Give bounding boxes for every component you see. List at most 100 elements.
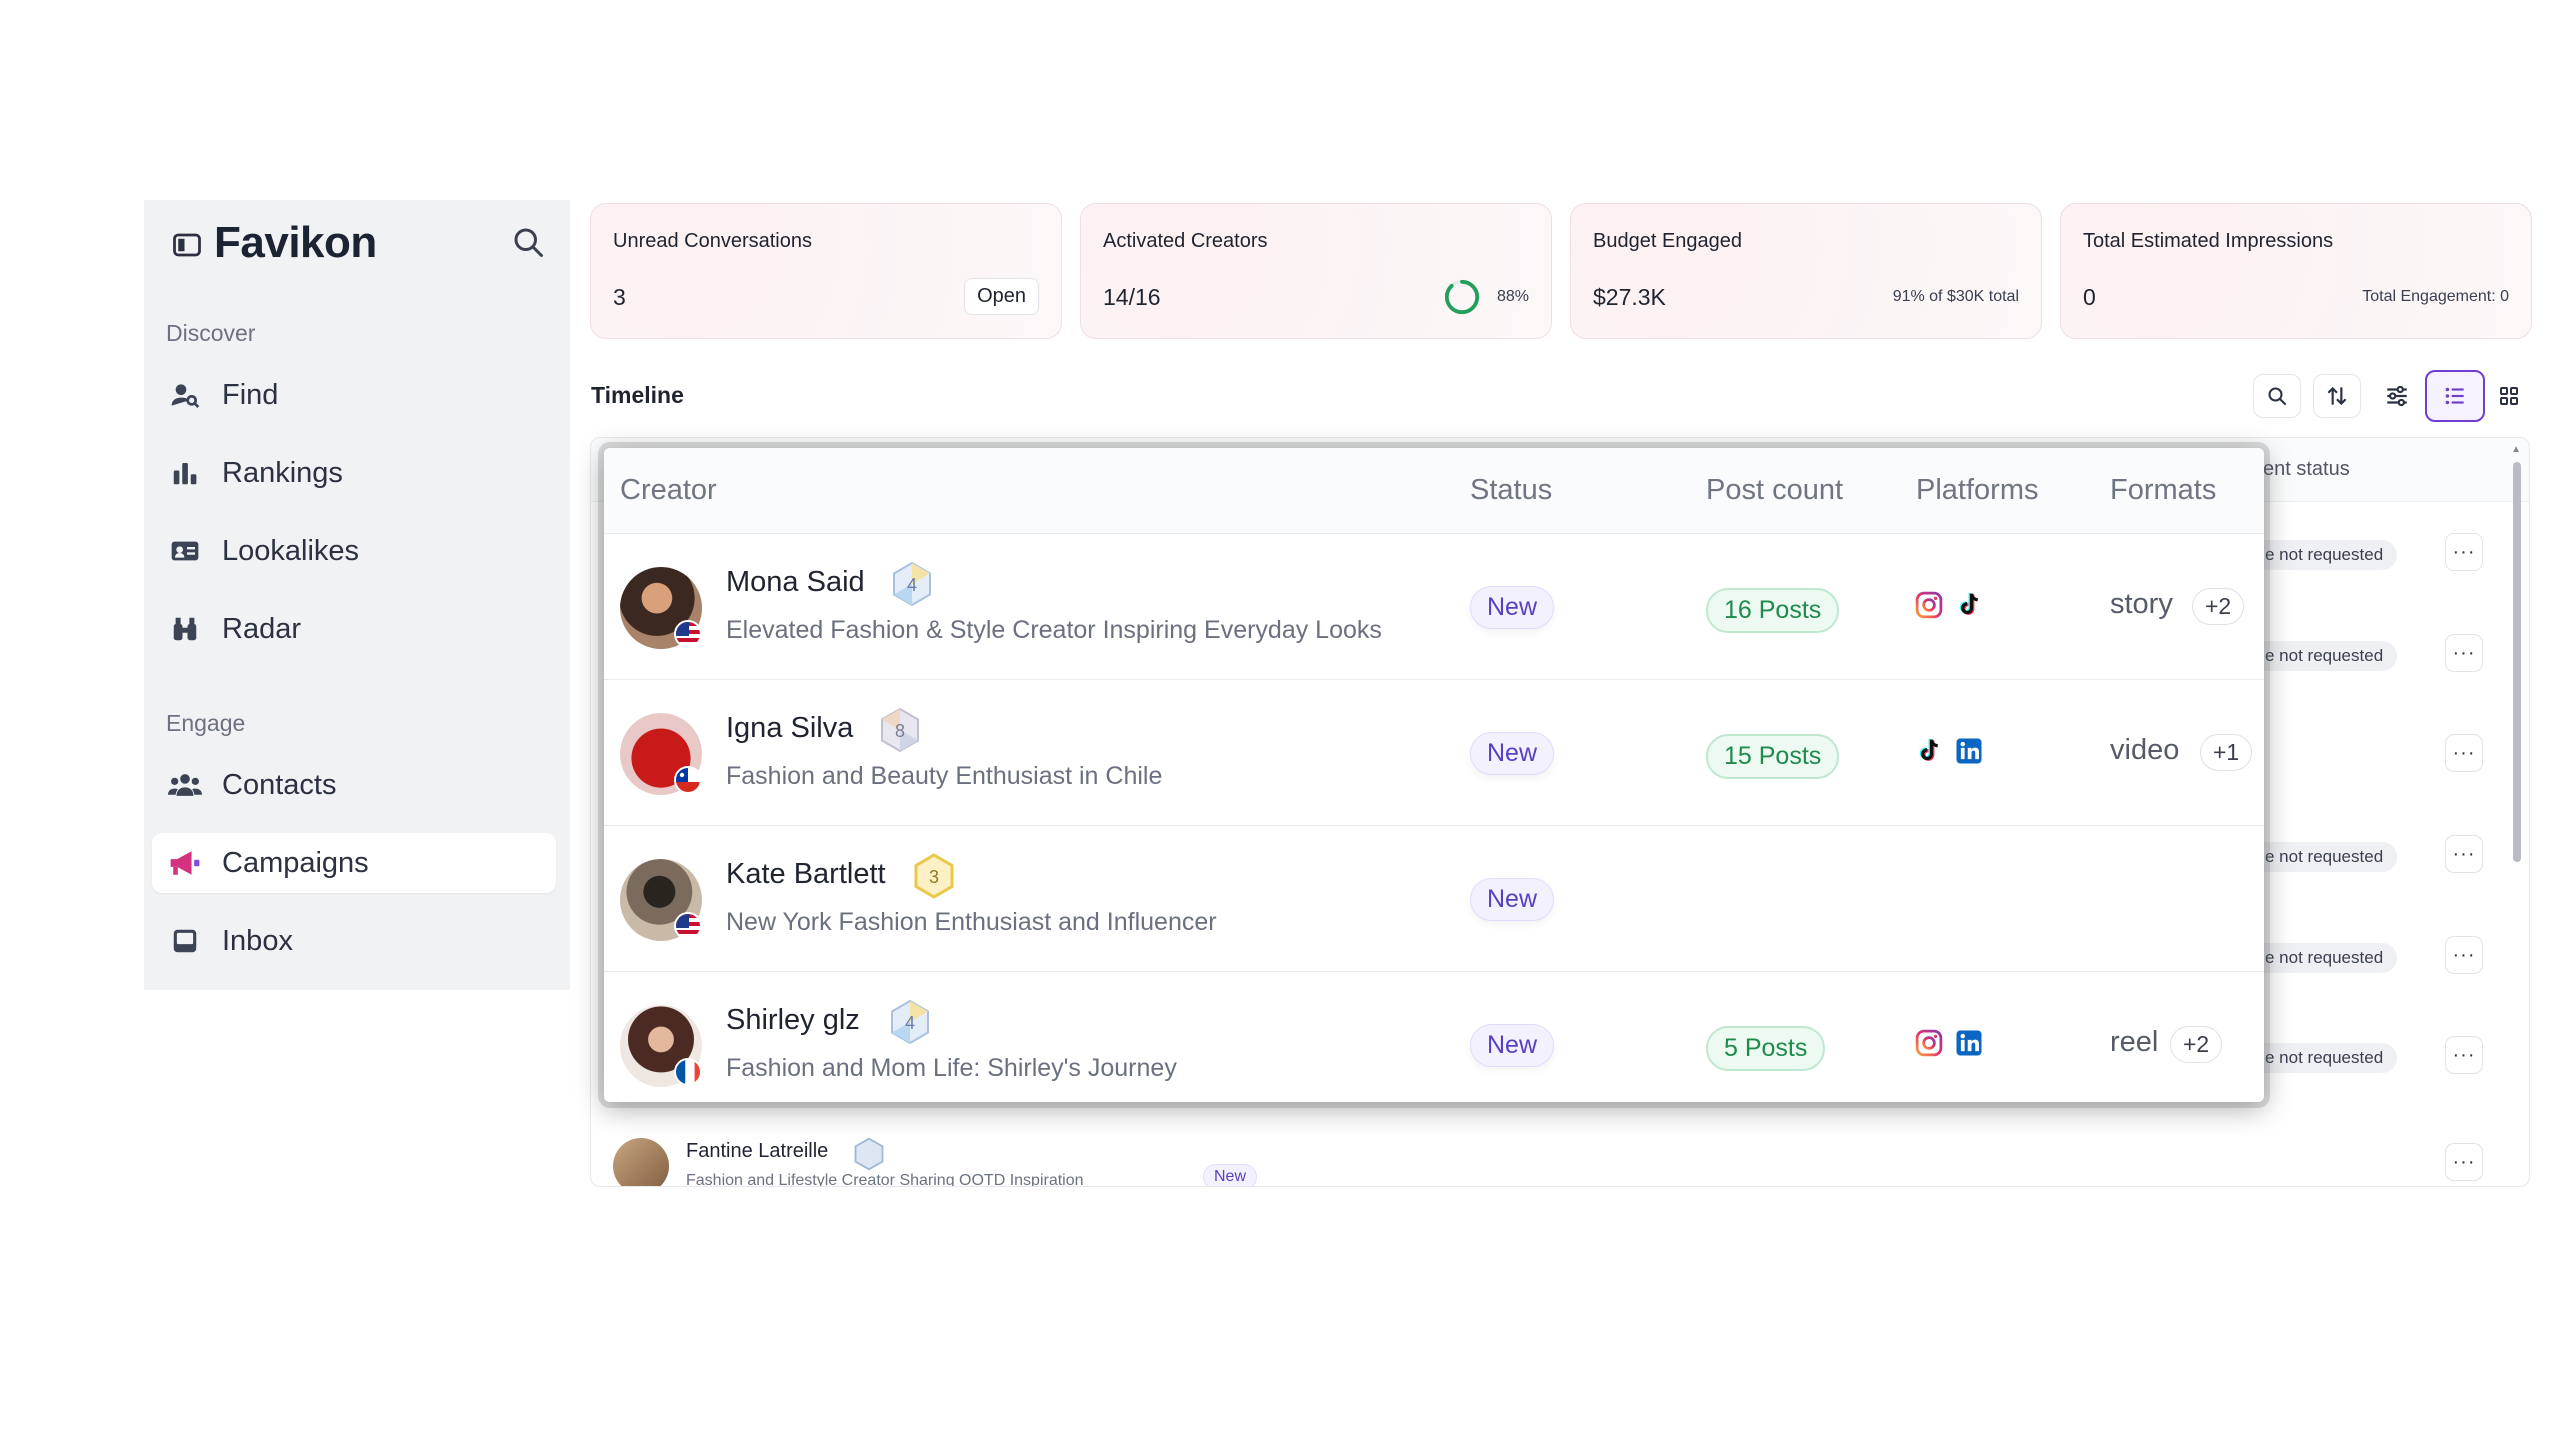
table-row[interactable]: Igna Silva 8 Fashion and Beauty Enthusia… xyxy=(604,680,2264,826)
sidebar-item-label: Find xyxy=(222,378,279,411)
badge-number: 4 xyxy=(907,575,917,595)
grid-view-button[interactable] xyxy=(2485,374,2533,418)
format-label: reel xyxy=(2110,1026,2159,1058)
app-screen: Favikon Discover Find Rankings Lookalike… xyxy=(0,0,2560,1440)
status-pill: e not requested xyxy=(2251,943,2398,973)
badge-number: 3 xyxy=(929,867,939,887)
sliders-icon xyxy=(2387,385,2407,407)
sidebar-item-lookalikes[interactable]: Lookalikes xyxy=(152,521,556,581)
post-count-badge: 15 Posts xyxy=(1706,734,1840,779)
us-flag-icon xyxy=(674,620,702,648)
instagram-icon[interactable] xyxy=(1914,590,1944,620)
creator-description: New York Fashion Enthusiast and Influenc… xyxy=(726,908,1217,936)
column-header-platforms[interactable]: Platforms xyxy=(1916,474,2038,507)
sidebar-item-label: Contacts xyxy=(222,768,337,801)
more-formats-badge[interactable]: +2 xyxy=(2192,588,2245,625)
row-more-button[interactable]: ··· xyxy=(2445,533,2483,571)
creator-description: Fashion and Beauty Enthusiast in Chile xyxy=(726,762,1163,790)
sidebar-item-contacts[interactable]: Contacts xyxy=(152,755,556,815)
table-search-button[interactable] xyxy=(2253,374,2301,418)
scroll-up-arrow-icon[interactable]: ▲ xyxy=(2511,444,2521,455)
column-header-creator[interactable]: Creator xyxy=(620,474,717,507)
creator-name[interactable]: Fantine Latreille xyxy=(686,1140,828,1163)
stat-value: 3 xyxy=(613,284,626,310)
sidebar-item-label: Inbox xyxy=(222,924,293,957)
stat-value: 0 xyxy=(2083,284,2096,310)
column-header-status[interactable]: Status xyxy=(1470,474,1552,507)
sidebar-item-radar[interactable]: Radar xyxy=(152,599,556,659)
stat-title: Total Estimated Impressions xyxy=(2083,230,2334,252)
more-formats-badge[interactable]: +2 xyxy=(2170,1026,2223,1063)
row-more-button[interactable]: ··· xyxy=(2445,1036,2483,1074)
search-icon xyxy=(2268,387,2286,405)
more-formats-badge[interactable]: +1 xyxy=(2200,734,2253,771)
chile-flag-icon xyxy=(674,766,702,794)
row-more-button[interactable]: ··· xyxy=(2445,936,2483,974)
app-logo[interactable]: Favikon xyxy=(214,218,377,268)
open-button[interactable]: Open xyxy=(964,278,1039,315)
post-count-badge: 16 Posts xyxy=(1706,588,1840,633)
us-flag-icon xyxy=(674,912,702,940)
progress-percent: 88% xyxy=(1496,288,1529,305)
score-badge-icon: 4 xyxy=(893,561,931,607)
section-label-discover: Discover xyxy=(166,320,256,346)
linkedin-icon[interactable] xyxy=(1954,736,1984,766)
sidebar-item-campaigns[interactable]: Campaigns xyxy=(152,833,556,893)
row-more-button[interactable]: ··· xyxy=(2445,634,2483,672)
scrollbar[interactable] xyxy=(2513,462,2521,862)
filter-button[interactable] xyxy=(2373,374,2421,418)
list-icon xyxy=(2445,387,2464,405)
search-icon[interactable] xyxy=(510,224,546,260)
instagram-icon[interactable] xyxy=(1914,1028,1944,1058)
status-pill: e not requested xyxy=(2251,641,2398,671)
status-badge: New xyxy=(1470,1024,1555,1067)
stat-title: Activated Creators xyxy=(1103,230,1268,252)
stat-value: $27.3K xyxy=(1593,284,1666,310)
row-more-button[interactable]: ··· xyxy=(2445,835,2483,873)
avatar xyxy=(613,1138,669,1186)
table-header: Creator Status Post count Platforms Form… xyxy=(604,448,2264,534)
row-more-button[interactable]: ··· xyxy=(2445,1143,2483,1181)
id-card-icon xyxy=(168,534,202,568)
sidebar-item-find[interactable]: Find xyxy=(152,365,556,425)
stat-card-unread: Unread Conversations 3 Open xyxy=(590,203,1062,339)
progress-ring xyxy=(1444,279,1480,315)
status-badge: New xyxy=(1470,878,1555,921)
column-header-post-count[interactable]: Post count xyxy=(1706,474,1843,507)
list-view-button[interactable] xyxy=(2425,370,2485,422)
sidebar-item-inbox[interactable]: Inbox xyxy=(152,911,556,971)
zoomed-table: Creator Status Post count Platforms Form… xyxy=(604,448,2264,1102)
creator-name[interactable]: Igna Silva xyxy=(726,712,853,745)
creator-name[interactable]: Shirley glz xyxy=(726,1004,860,1037)
stat-title: Unread Conversations xyxy=(613,230,812,252)
status-badge: New xyxy=(1203,1164,1258,1186)
sidebar-item-label: Rankings xyxy=(222,456,343,489)
table-row[interactable]: Fantine Latreille Fashion and Lifestyle … xyxy=(591,1124,2529,1186)
status-badge: New xyxy=(1470,586,1555,629)
linkedin-icon[interactable] xyxy=(1954,1028,1984,1058)
status-pill: e not requested xyxy=(2251,1043,2398,1073)
section-label-engage: Engage xyxy=(166,710,246,736)
stat-value: 14/16 xyxy=(1103,284,1161,310)
status-pill: e not requested xyxy=(2251,842,2398,872)
bar-chart-icon xyxy=(168,456,202,490)
stat-title: Budget Engaged xyxy=(1593,230,1743,252)
table-row[interactable]: Shirley glz 4 Fashion and Mom Life: Shir… xyxy=(604,972,2264,1102)
find-user-icon xyxy=(168,378,202,412)
sidebar-toggle-icon[interactable] xyxy=(172,230,202,260)
score-badge-icon xyxy=(854,1137,884,1171)
post-count-badge: 5 Posts xyxy=(1706,1026,1826,1071)
column-header-formats[interactable]: Formats xyxy=(2110,474,2216,507)
creator-name[interactable]: Kate Bartlett xyxy=(726,858,886,891)
sidebar-item-rankings[interactable]: Rankings xyxy=(152,443,556,503)
tiktok-icon[interactable] xyxy=(1914,736,1944,766)
sort-button[interactable] xyxy=(2313,374,2361,418)
stat-card-budget: Budget Engaged $27.3K 91% of $30K total xyxy=(1570,203,2042,339)
table-row[interactable]: Mona Said 4 Elevated Fashion & Style Cre… xyxy=(604,534,2264,680)
tiktok-icon[interactable] xyxy=(1954,590,1984,620)
france-flag-icon xyxy=(674,1058,702,1086)
row-more-button[interactable]: ··· xyxy=(2445,734,2483,772)
inbox-icon xyxy=(168,924,202,958)
table-row[interactable]: Kate Bartlett 3 New York Fashion Enthusi… xyxy=(604,826,2264,972)
creator-name[interactable]: Mona Said xyxy=(726,566,865,599)
